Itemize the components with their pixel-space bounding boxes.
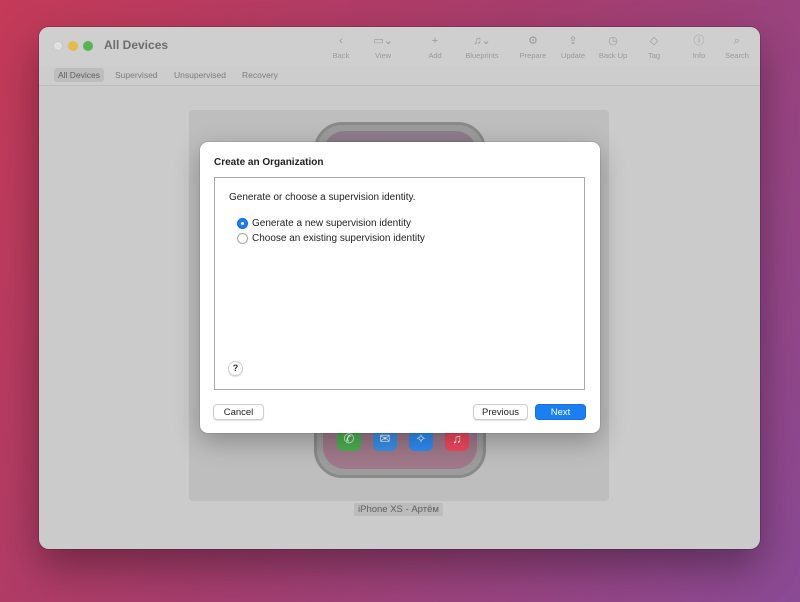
radio-label: Generate a new supervision identity (252, 218, 411, 229)
dialog-title: Create an Organization (214, 157, 324, 168)
toolbar-prepare-button[interactable]: ⚙ Prepare (511, 34, 555, 60)
minimize-window-button[interactable] (68, 41, 78, 51)
toolbar-prepare-label: Prepare (519, 51, 547, 60)
radio-label: Choose an existing supervision identity (252, 233, 425, 244)
view-icon: ▭⌄ (373, 35, 393, 47)
tab-recovery[interactable]: Recovery (238, 68, 282, 82)
update-icon: ⇪ (568, 35, 578, 47)
device-filter-tabs: All Devices Supervised Unsupervised Reco… (39, 66, 760, 86)
toolbar-update-label: Update (560, 51, 586, 60)
toolbar-search-button[interactable]: ⌕ Search (715, 34, 759, 60)
dialog-instruction: Generate or choose a supervision identit… (229, 192, 416, 203)
tab-unsupervised[interactable]: Unsupervised (170, 68, 230, 82)
device-name-label[interactable]: iPhone XS - Артём (354, 503, 443, 516)
toolbar-blueprints-label: Blueprints (465, 51, 499, 60)
radio-unselected-icon[interactable] (237, 233, 248, 244)
add-icon: + (431, 35, 439, 47)
toolbar-back-label: Back (332, 51, 350, 60)
toolbar-blueprints-button[interactable]: ♫⌄ Blueprints (460, 34, 504, 60)
toolbar-tag-button[interactable]: ◇ Tag (632, 34, 676, 60)
cancel-button[interactable]: Cancel (213, 404, 264, 420)
backup-icon: ◷ (608, 35, 618, 47)
chevron-left-icon: ‹ (339, 35, 343, 47)
search-icon: ⌕ (733, 35, 741, 47)
tab-all-devices[interactable]: All Devices (54, 68, 105, 82)
toolbar-backup-button[interactable]: ◷ Back Up (591, 34, 635, 60)
prepare-icon: ⚙ (528, 35, 538, 47)
radio-choose-existing-identity[interactable]: Choose an existing supervision identity (237, 232, 425, 246)
create-organization-dialog: Create an Organization Generate or choos… (200, 142, 600, 433)
dialog-content-box: Generate or choose a supervision identit… (214, 177, 585, 390)
help-button[interactable]: ? (228, 361, 243, 376)
toolbar-add-label: Add (428, 51, 442, 60)
toolbar-add-button[interactable]: + Add (413, 34, 457, 60)
radio-generate-new-identity[interactable]: Generate a new supervision identity (237, 217, 411, 231)
toolbar-back-button[interactable]: ‹ Back (319, 34, 363, 60)
next-button[interactable]: Next (535, 404, 586, 420)
toolbar-tag-label: Tag (647, 51, 661, 60)
zoom-window-button[interactable] (83, 41, 93, 51)
toolbar-update-button[interactable]: ⇪ Update (551, 34, 595, 60)
previous-button[interactable]: Previous (473, 404, 528, 420)
toolbar-backup-label: Back Up (598, 51, 628, 60)
tab-supervised[interactable]: Supervised (111, 68, 162, 82)
tag-icon: ◇ (649, 35, 659, 47)
radio-selected-icon[interactable] (237, 218, 248, 229)
toolbar-view-label: View (374, 51, 392, 60)
toolbar-search-label: Search (725, 51, 749, 60)
blueprints-icon: ♫⌄ (473, 35, 491, 47)
close-window-button[interactable] (53, 41, 63, 51)
window-title: All Devices (104, 38, 169, 52)
toolbar-view-button[interactable]: ▭⌄ View (361, 34, 405, 60)
titlebar: All Devices ‹ Back ▭⌄ View + Add ♫⌄ Blue… (39, 27, 760, 66)
